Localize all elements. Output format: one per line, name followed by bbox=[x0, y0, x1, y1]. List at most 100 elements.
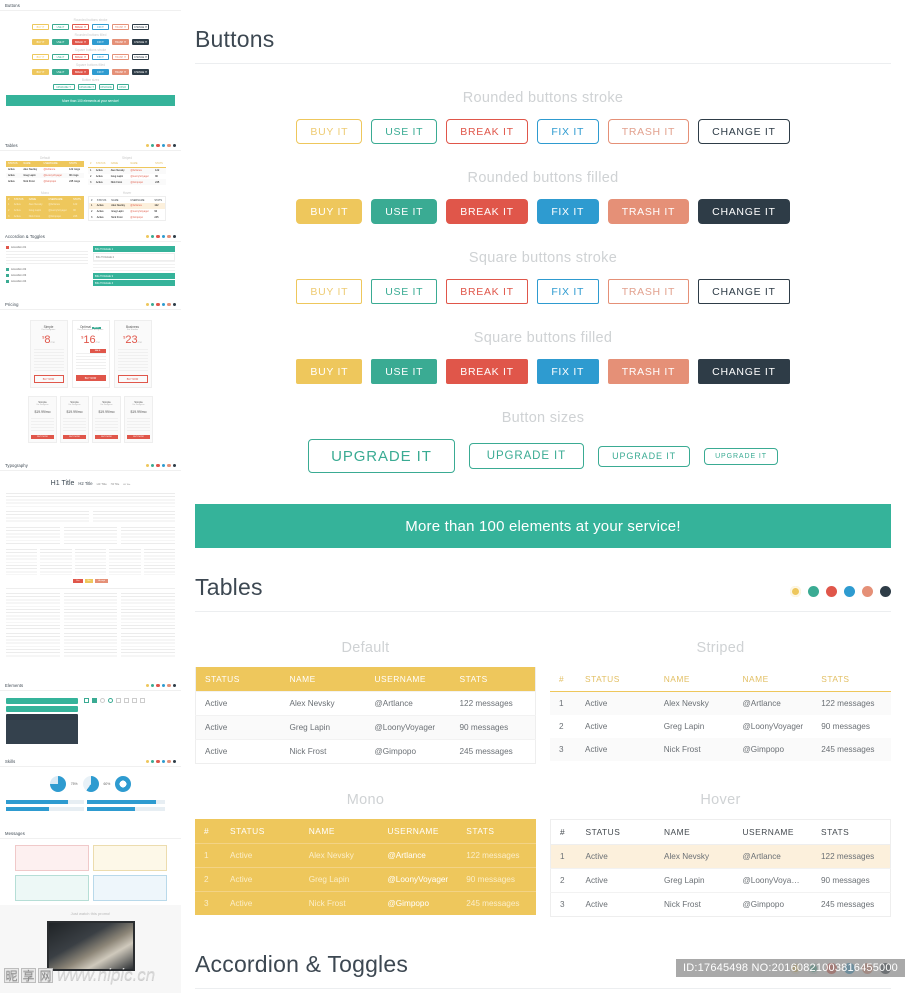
thumb-header: Elements bbox=[0, 680, 181, 691]
break-it-button[interactable]: BREAK IT bbox=[446, 359, 528, 384]
thumb-title: Messages bbox=[5, 831, 25, 836]
cell-status: Active bbox=[195, 739, 281, 764]
fix-it-button[interactable]: FIX IT bbox=[536, 119, 599, 144]
thumb-header: Typography bbox=[0, 460, 181, 471]
cell-status: Active bbox=[195, 691, 281, 716]
upgrade-it-button-medium[interactable]: UPGRADE IT bbox=[468, 443, 585, 469]
thumb-dot-row bbox=[145, 302, 176, 307]
thumb-body: Accordion #1 Accordion #2 Accordion #3 A… bbox=[0, 242, 181, 291]
button-size-row: UPGRADE IT UPGRADE IT UPGRADE IT UPGRADE… bbox=[195, 439, 891, 473]
cell-stats: 90 messages bbox=[450, 715, 536, 740]
cell-username[interactable]: @Artlance bbox=[733, 844, 812, 869]
hover-table: # STATUS NAME USERNAME STATS 1 Active Al… bbox=[550, 819, 891, 917]
thumb-body: 75% 60% bbox=[0, 767, 181, 816]
cell-stats: 122 messages bbox=[812, 844, 891, 869]
fix-it-button[interactable]: FIX IT bbox=[536, 279, 599, 304]
swatch-yellow[interactable] bbox=[790, 586, 801, 597]
buy-it-button[interactable]: BUY IT bbox=[296, 279, 363, 304]
thumb-dot-row bbox=[145, 143, 176, 148]
change-it-button[interactable]: CHANGE IT bbox=[698, 279, 790, 304]
break-it-button[interactable]: BREAK IT bbox=[446, 119, 528, 144]
sidebar-thumb-tables[interactable]: Tables Default STATUS NAME USERNAME STATS A… bbox=[0, 140, 181, 231]
change-it-button[interactable]: CHANGE IT bbox=[698, 199, 790, 224]
cell-username[interactable]: @Artlance bbox=[365, 691, 451, 716]
table-row[interactable]: 3 Active Nick Frost @Gimpopo 245 message… bbox=[550, 892, 891, 917]
sidebar-thumb-typography[interactable]: Typography H1 Title H2 Title H3 Title H4… bbox=[0, 460, 181, 680]
cell-name: Alex Nevsky bbox=[663, 699, 709, 708]
cell-username[interactable]: @LoonyVoyager bbox=[378, 867, 458, 892]
table-caption-hover: Hover bbox=[700, 792, 741, 808]
watermark-site: www.nipic.cn bbox=[57, 965, 156, 984]
use-it-button[interactable]: USE IT bbox=[371, 199, 438, 224]
table-row[interactable]: 1 Active Alex Nevsky @Artlance 122 messa… bbox=[550, 844, 891, 869]
change-it-button[interactable]: CHANGE IT bbox=[698, 119, 790, 144]
col-index: # bbox=[550, 819, 577, 845]
swatch-teal[interactable] bbox=[808, 586, 819, 597]
thumb-header: Pricing bbox=[0, 299, 181, 310]
promo-caption: Just watch this promo! bbox=[70, 911, 111, 916]
thumb-header: Buttons bbox=[0, 0, 181, 11]
mini-btn-row-stroke-1: BUY IT USE IT BREAK IT FIX IT TRASH IT C… bbox=[6, 24, 175, 30]
cell-username[interactable]: @Gimpopo bbox=[378, 891, 458, 915]
sidebar-thumb-elements[interactable]: Elements bbox=[0, 680, 181, 756]
mini-btn-row-filled-1: BUY IT USE IT BREAK IT FIX IT TRASH IT C… bbox=[6, 39, 175, 45]
mini-table-default: STATUS NAME USERNAME STATS Active Alex Nevsk… bbox=[6, 161, 84, 185]
trash-it-button[interactable]: TRASH IT bbox=[607, 279, 690, 304]
trash-it-button[interactable]: TRASH IT bbox=[607, 199, 690, 224]
sidebar-thumb-skills[interactable]: Skills 75% 60% bbox=[0, 756, 181, 828]
swatch-blue[interactable] bbox=[844, 586, 855, 597]
sidebar-thumb-accordion[interactable]: Accordion & Toggles Accordion #1 Accordi… bbox=[0, 231, 181, 299]
striped-table: # STATUS NAME NAME STATS 1 Active Alex N… bbox=[550, 667, 891, 761]
mini-banner: More than 100 elements at your service! bbox=[6, 95, 175, 106]
change-it-button[interactable]: CHANGE IT bbox=[698, 359, 790, 384]
cell-username[interactable]: @LoonyVoyager bbox=[365, 715, 451, 740]
fix-it-button[interactable]: FIX IT bbox=[536, 199, 599, 224]
swatch-red[interactable] bbox=[826, 586, 837, 597]
swatch-salmon[interactable] bbox=[862, 586, 873, 597]
trash-it-button[interactable]: TRASH IT bbox=[607, 119, 690, 144]
cell-name: Greg Lapin bbox=[280, 715, 366, 740]
thumbnail-sidebar[interactable]: Buttons Rounded buttons stroke BUY IT US… bbox=[0, 0, 181, 993]
cell-username[interactable]: @Gimpopo bbox=[365, 739, 451, 764]
sidebar-thumb-pricing[interactable]: Pricing Simple For Designers $8/mo BUY N… bbox=[0, 299, 181, 460]
cell-name: Greg Lapin bbox=[663, 722, 705, 731]
cell-username[interactable]: @Gimpopo bbox=[733, 892, 812, 917]
upgrade-it-button-xsmall[interactable]: UPGRADE IT bbox=[704, 447, 778, 465]
use-it-button[interactable]: USE IT bbox=[371, 279, 438, 304]
swatch-dark[interactable] bbox=[880, 586, 891, 597]
mini-price-card: Optimal BEST For professional designers … bbox=[71, 320, 110, 388]
group-label-square-filled: Square buttons filled bbox=[473, 330, 613, 346]
color-swatch-row[interactable] bbox=[790, 586, 891, 601]
upgrade-it-button-large[interactable]: UPGRADE IT bbox=[308, 439, 455, 473]
cell-stats: 90 messages bbox=[457, 867, 536, 892]
table-caption-default: Default bbox=[341, 640, 390, 656]
table-row[interactable]: 2 Active Greg Lapin @LoonyVoyager 90 mes… bbox=[550, 868, 891, 893]
sidebar-thumb-buttons[interactable]: Buttons Rounded buttons stroke BUY IT US… bbox=[0, 0, 181, 140]
trash-it-button[interactable]: TRASH IT bbox=[607, 359, 690, 384]
cell-username[interactable]: @LoonyVoyager bbox=[733, 868, 812, 893]
upgrade-it-button-small[interactable]: UPGRADE IT bbox=[598, 445, 691, 467]
buy-it-button[interactable]: BUY IT bbox=[296, 199, 363, 224]
cell-username[interactable]: @Artlance bbox=[378, 843, 458, 868]
use-it-button[interactable]: USE IT bbox=[371, 359, 438, 384]
cell-username[interactable]: @LoonyVoyager bbox=[734, 715, 813, 738]
group-label-button-sizes: Button sizes bbox=[501, 410, 585, 426]
break-it-button[interactable]: BREAK IT bbox=[446, 279, 528, 304]
cell-username[interactable]: @Artlance bbox=[734, 692, 813, 716]
accordion-section-header: Accordion & Toggles bbox=[195, 917, 891, 989]
mini-table-hover: # STATUS NAME USERNAME STATS 1 Active Alex Nev… bbox=[88, 196, 166, 222]
fix-it-button[interactable]: FIX IT bbox=[536, 359, 599, 384]
use-it-button[interactable]: USE IT bbox=[371, 119, 438, 144]
cell-index: 1 bbox=[195, 843, 221, 868]
cell-username[interactable]: @Gimpopo bbox=[734, 738, 813, 761]
thumb-body bbox=[0, 839, 181, 906]
sidebar-thumb-messages[interactable]: Messages bbox=[0, 828, 181, 908]
table-row: 1 Active Alex Nevsky @Artlance 122 messa… bbox=[550, 691, 891, 716]
mini-sizes-label: Button sizes bbox=[81, 78, 100, 82]
col-stats: STATS bbox=[812, 819, 891, 845]
buy-it-button[interactable]: BUY IT bbox=[296, 119, 363, 144]
break-it-button[interactable]: BREAK IT bbox=[446, 199, 528, 224]
table-row: Active Nick Frost @Gimpopo 245 messages bbox=[195, 739, 536, 764]
buy-it-button[interactable]: BUY IT bbox=[296, 359, 363, 384]
table-header-row: # STATUS NAME USERNAME STATS bbox=[550, 819, 891, 845]
